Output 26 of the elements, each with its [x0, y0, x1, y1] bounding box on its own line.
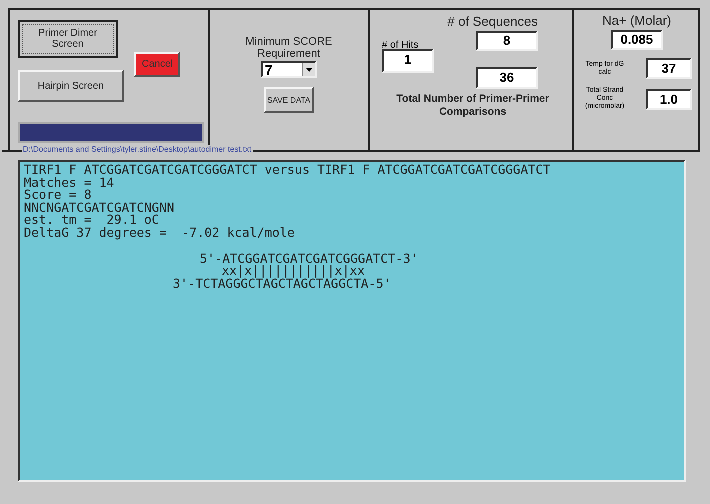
output-line: DeltaG 37 degrees = -7.02 kcal/mole — [24, 226, 295, 240]
screen-button[interactable]: Primer Dimer Screen — [18, 20, 118, 58]
output-line: NNCNGATCGATCGATCNGNN — [24, 202, 175, 214]
output-line: est. tm = 29.1 oC — [24, 214, 160, 227]
output-line: Matches = 14 — [24, 176, 114, 190]
output-line: TIRF1 F ATCGGATCGATCGATCGGGATCT versus TIRF1 F ATCGGATCGATCGATCGGGATCT — [24, 164, 551, 177]
output-line: Score = 8 — [24, 189, 92, 202]
sodium-field[interactable]: 0.085 — [611, 30, 663, 50]
hits-label: # of Hits — [382, 39, 420, 51]
comparisons-label: Total Number of Primer-Primer Comparisons — [396, 93, 550, 119]
sodium-label: Na+ (Molar) — [602, 13, 672, 28]
comparisons-field: 36 — [476, 67, 538, 89]
hits-field: 1 — [382, 49, 434, 73]
sequences-field: 8 — [476, 31, 538, 51]
alignment-line: xx|x|||||||||||x|xx — [222, 265, 365, 278]
screen-button[interactable]: Hairpin Screen — [18, 70, 124, 102]
score-label: Minimum SCORE Requirement — [244, 36, 334, 60]
score-dropdown[interactable]: 7 — [261, 61, 317, 78]
alignment-line: 3'-TCTAGGGCTAGCTAGCTAGGCTA-5' — [173, 278, 392, 290]
dropdown-arrow-icon — [306, 68, 312, 72]
alignment-line: 5'-ATCGGATCGATCGATCGGGATCT-3' — [200, 252, 418, 266]
file-path: D:\Documents and Settings\tyler.stine\Desktop\autodimer test.txt — [22, 145, 253, 154]
sequences-label: # of Sequences — [446, 14, 539, 29]
temperature-field[interactable]: 37 — [646, 58, 692, 79]
concentration-field[interactable]: 1.0 — [646, 88, 692, 110]
save-data-button[interactable]: SAVE DATA — [264, 87, 314, 113]
